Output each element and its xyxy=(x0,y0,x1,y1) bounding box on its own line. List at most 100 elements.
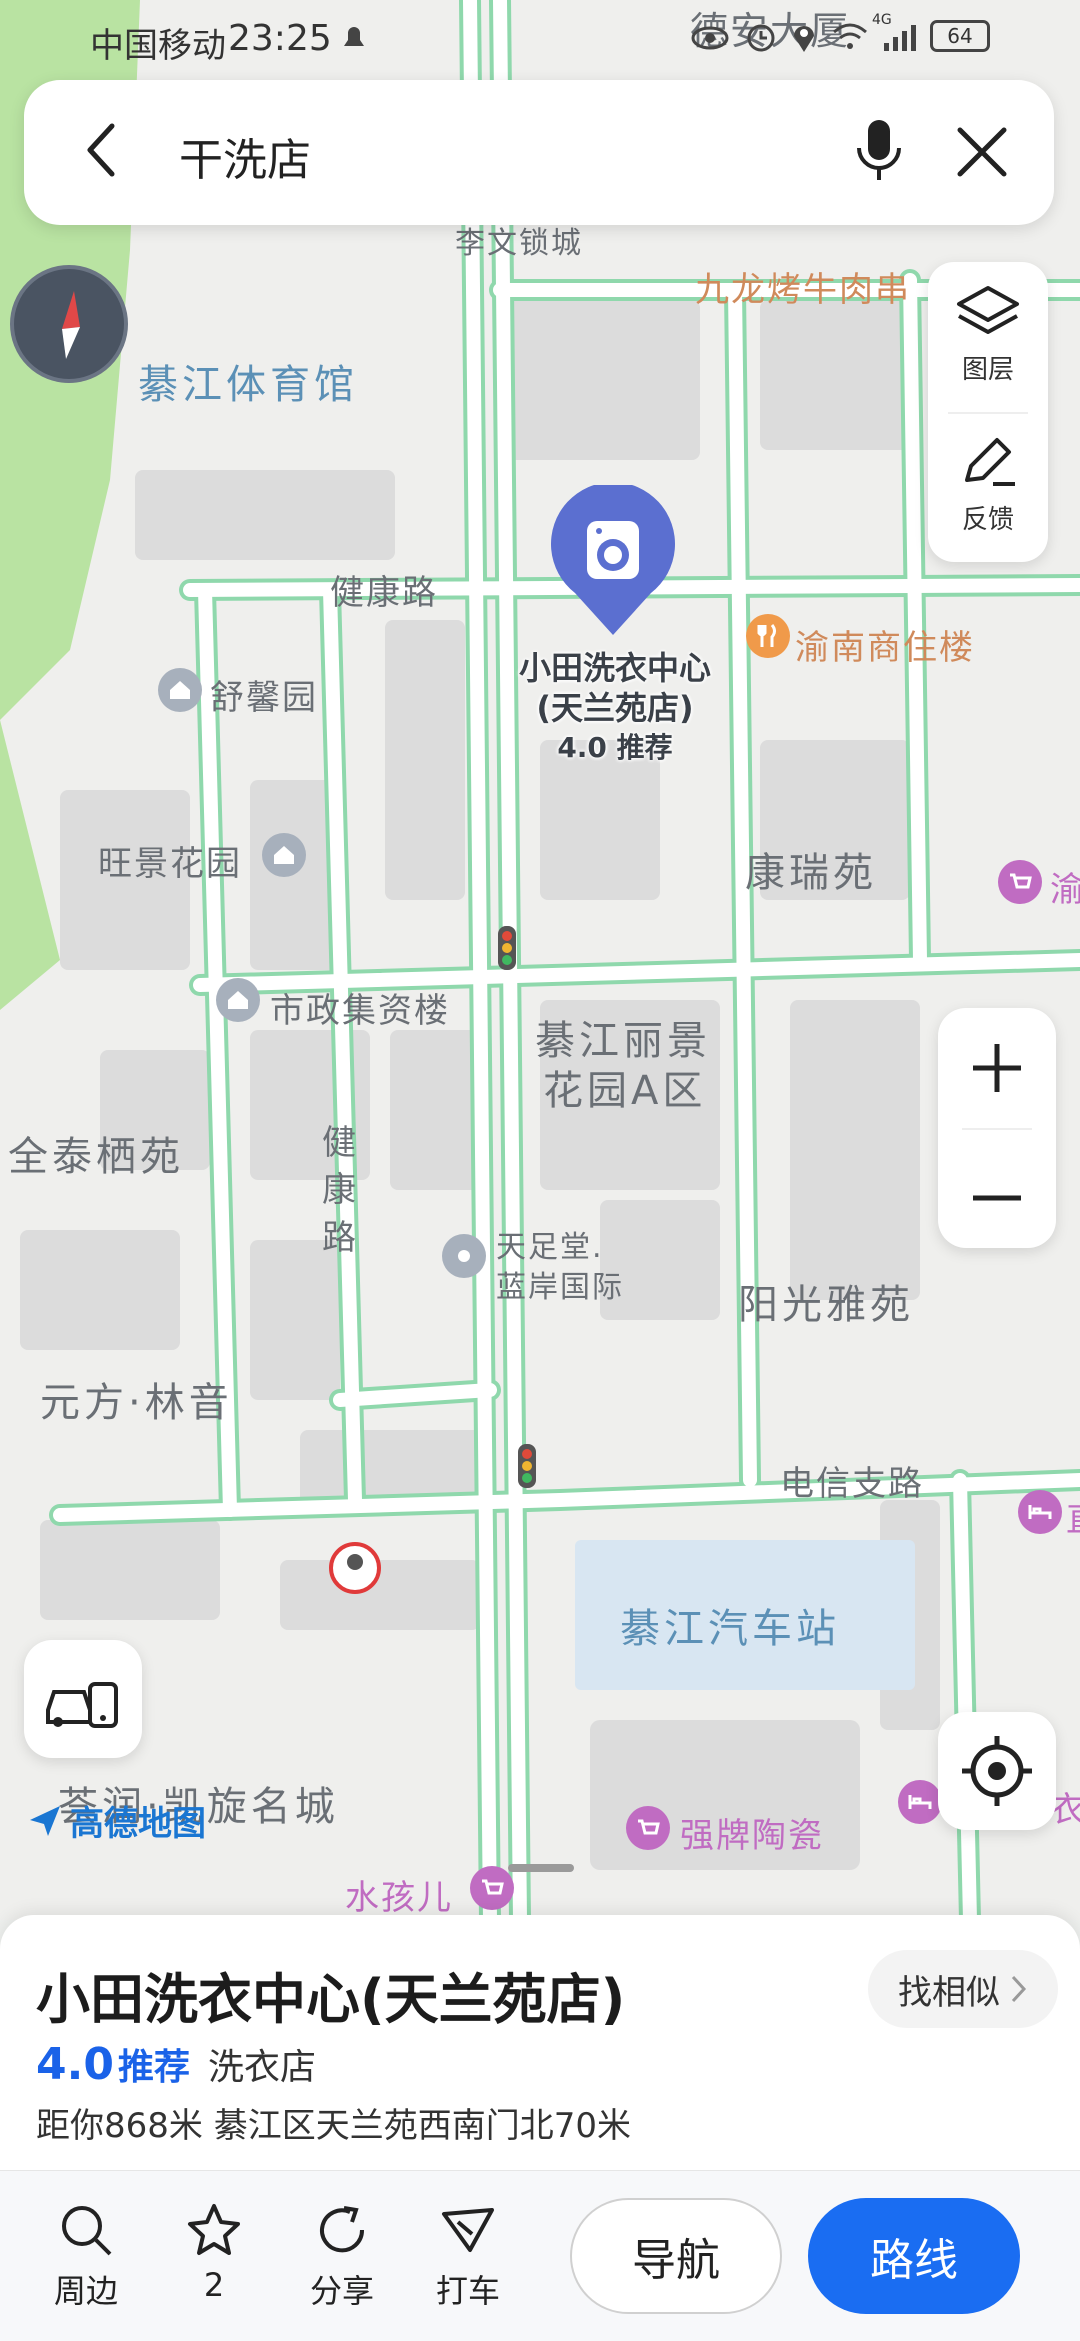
poi-category: 洗衣店 xyxy=(207,2047,316,2088)
map-label-gym: 綦江体育馆 xyxy=(138,362,358,408)
map-label-kangrui: 康瑞苑 xyxy=(745,850,877,896)
map-label-quantai: 全泰栖苑 xyxy=(8,1134,184,1180)
hotel-icon[interactable] xyxy=(1018,1490,1062,1534)
navigate-button[interactable]: 导航 xyxy=(570,2198,782,2314)
signal-icon xyxy=(882,22,920,62)
map-label-yunan: 渝南商住楼 xyxy=(795,628,975,668)
eye-icon xyxy=(690,22,730,62)
find-similar-label: 找相似 xyxy=(898,1972,1000,2013)
notification-bell-icon xyxy=(338,20,370,63)
layers-icon xyxy=(957,286,1019,334)
find-similar-button[interactable]: 找相似 xyxy=(868,1950,1058,2028)
map-tools-panel: 图层 反馈 xyxy=(928,262,1048,562)
zoom-in-button[interactable] xyxy=(938,1008,1056,1128)
crosshair-icon xyxy=(962,1736,1032,1806)
residential-icon[interactable] xyxy=(158,668,202,712)
status-bar: 中国移动 23:25 4G 64 xyxy=(0,0,1080,80)
map-label-jiankang-v2: 康 xyxy=(322,1170,358,1210)
plus-icon xyxy=(973,1044,1021,1092)
carrier: 中国移动 xyxy=(90,26,226,66)
traffic-mode-button[interactable] xyxy=(24,1640,142,1758)
marker-rating: 4.0 推荐 xyxy=(557,731,673,764)
map-label-shuihaier: 水孩儿 xyxy=(345,1878,453,1918)
search-query[interactable]: 干洗店 xyxy=(179,124,311,188)
feedback-button[interactable]: 反馈 xyxy=(928,432,1048,536)
microphone-icon xyxy=(857,120,901,180)
residential-icon[interactable] xyxy=(262,833,306,877)
poi-title: 小田洗衣中心(天兰苑店) xyxy=(36,1968,626,2031)
zoom-out-button[interactable] xyxy=(938,1128,1056,1248)
location-pin-icon[interactable] xyxy=(442,1234,486,1278)
star-icon xyxy=(188,2204,240,2255)
poi-rating-text: 推荐 xyxy=(117,2047,190,2088)
search-icon xyxy=(62,2206,112,2256)
minus-icon xyxy=(973,1195,1021,1201)
shopping-icon[interactable] xyxy=(626,1806,670,1850)
location-icon xyxy=(790,20,818,63)
clear-search-button[interactable] xyxy=(952,122,1012,182)
voice-search-button[interactable] xyxy=(849,116,909,186)
map-label-yu-right: 渝 xyxy=(1050,870,1080,910)
poi-rating-row: 4.0 推荐 洗衣店 xyxy=(36,2038,316,2090)
map-label-huayuan-a: 花园A区 xyxy=(543,1068,707,1114)
map-label-yuanfang: 元方·林音 xyxy=(40,1380,233,1426)
map-label-tianzutang2: 蓝岸国际 xyxy=(496,1270,624,1305)
alarm-icon xyxy=(745,20,777,63)
map-label-wangjing: 旺景花园 xyxy=(98,844,242,884)
map-label-jiankang-road: 健康路 xyxy=(330,573,438,613)
layers-button[interactable]: 图层 xyxy=(928,282,1048,386)
zoom-controls xyxy=(938,1008,1056,1248)
map-view[interactable]: 德安大厦 李文锁城 九龙烤牛肉串 綦江体育馆 健康路 渝南商住楼 舒馨园 旺景花… xyxy=(0,0,1080,1920)
hotel-icon[interactable] xyxy=(898,1780,942,1824)
map-label-bbq: 九龙烤牛肉串 xyxy=(695,270,911,310)
sheet-drag-handle[interactable] xyxy=(508,1864,574,1872)
nearby-button[interactable]: 周边 xyxy=(36,2200,136,2312)
selected-poi-label[interactable]: 小田洗衣中心 (天兰苑店) 4.0 推荐 xyxy=(470,648,760,768)
marker-name-line2: (天兰苑店) xyxy=(536,689,694,727)
share-icon xyxy=(320,2206,365,2253)
map-label-shizheng: 市政集资楼 xyxy=(270,991,450,1031)
amap-logo: 高德地图 xyxy=(26,1796,206,1845)
nearby-label: 周边 xyxy=(53,2272,118,2310)
share-label: 分享 xyxy=(309,2272,374,2310)
shopping-icon[interactable] xyxy=(470,1866,514,1910)
residential-icon[interactable] xyxy=(216,978,260,1022)
poi-address: 距你868米 綦江区天兰苑西南门北70米 xyxy=(36,2106,631,2146)
compass-button[interactable] xyxy=(10,265,128,383)
favorite-button[interactable]: 2 xyxy=(164,2200,264,2304)
chevron-right-icon xyxy=(1011,1975,1027,2003)
layers-label: 图层 xyxy=(961,355,1014,385)
map-label-shuxin: 舒馨园 xyxy=(210,678,318,718)
map-label-yangguang: 阳光雅苑 xyxy=(738,1282,914,1328)
marker-name-line1: 小田洗衣中心 xyxy=(518,649,711,687)
map-label-dianxin-road: 电信支路 xyxy=(780,1464,924,1504)
taxi-label: 打车 xyxy=(435,2272,500,2310)
clock: 23:25 xyxy=(228,18,332,59)
map-base xyxy=(0,0,1080,1920)
wifi-icon xyxy=(830,20,870,61)
battery-indicator: 64 xyxy=(930,20,990,52)
taxi-icon xyxy=(442,2208,494,2252)
close-icon xyxy=(957,127,1007,177)
car-phone-icon xyxy=(46,1682,118,1728)
amap-logo-icon xyxy=(30,1805,60,1836)
favorite-count: 2 xyxy=(203,2266,225,2304)
route-button[interactable]: 路线 xyxy=(808,2198,1020,2314)
feedback-label: 反馈 xyxy=(961,505,1014,535)
taxi-button[interactable]: 打车 xyxy=(418,2200,518,2312)
poi-rating: 4.0 xyxy=(36,2039,114,2090)
map-label-right-edge1: 直 xyxy=(1066,1492,1080,1541)
shopping-icon[interactable] xyxy=(998,860,1042,904)
map-label-jiankang-v1: 健 xyxy=(322,1123,358,1163)
locate-me-button[interactable] xyxy=(938,1712,1056,1830)
edit-icon xyxy=(965,438,1015,486)
map-label-tianzutang1: 天足堂. xyxy=(496,1230,604,1265)
chevron-left-icon xyxy=(87,123,115,177)
amap-logo-text: 高德地图 xyxy=(70,1804,206,1844)
selected-poi-marker[interactable] xyxy=(547,482,679,645)
map-label-qiangpai: 强牌陶瓷 xyxy=(680,1816,824,1856)
share-button[interactable]: 分享 xyxy=(292,2200,392,2312)
back-button[interactable] xyxy=(74,120,134,180)
map-label-jiankang-v3: 路 xyxy=(322,1218,358,1258)
search-bar: 干洗店 xyxy=(24,80,1054,225)
